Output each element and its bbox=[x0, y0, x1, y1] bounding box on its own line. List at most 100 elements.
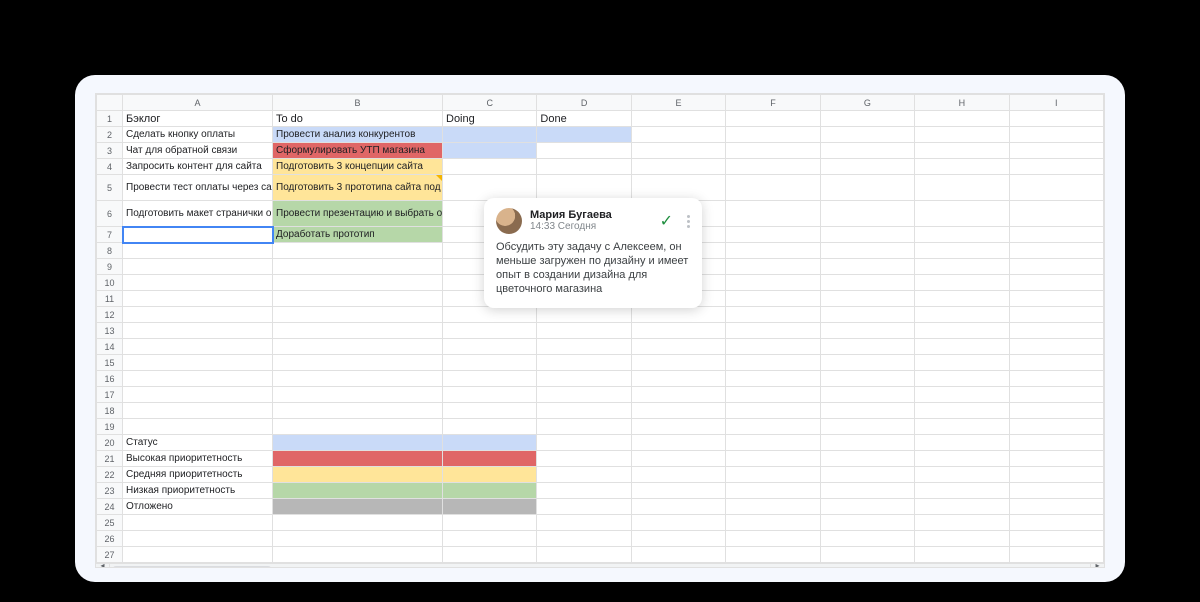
cell-G4[interactable] bbox=[820, 159, 914, 175]
cell-E24[interactable] bbox=[631, 499, 725, 515]
cell-C25[interactable] bbox=[443, 515, 537, 531]
row-header[interactable]: 3 bbox=[97, 143, 123, 159]
cell-B14[interactable] bbox=[273, 339, 443, 355]
cell-B26[interactable] bbox=[273, 531, 443, 547]
cell-B1[interactable]: To do bbox=[273, 111, 443, 127]
cell-D13[interactable] bbox=[537, 323, 631, 339]
cell-E17[interactable] bbox=[631, 387, 725, 403]
cell-E25[interactable] bbox=[631, 515, 725, 531]
cell-B23[interactable] bbox=[273, 483, 443, 499]
row-header[interactable]: 17 bbox=[97, 387, 123, 403]
cell-H3[interactable] bbox=[915, 143, 1009, 159]
cell-B12[interactable] bbox=[273, 307, 443, 323]
cell-I2[interactable] bbox=[1009, 127, 1103, 143]
cell-E4[interactable] bbox=[631, 159, 725, 175]
cell-I21[interactable] bbox=[1009, 451, 1103, 467]
cell-F3[interactable] bbox=[726, 143, 820, 159]
cell-B13[interactable] bbox=[273, 323, 443, 339]
cell-D27[interactable] bbox=[537, 547, 631, 563]
cell-G22[interactable] bbox=[820, 467, 914, 483]
cell-G14[interactable] bbox=[820, 339, 914, 355]
cell-F13[interactable] bbox=[726, 323, 820, 339]
column-header-B[interactable]: B bbox=[273, 95, 443, 111]
cell-A25[interactable] bbox=[123, 515, 273, 531]
cell-E2[interactable] bbox=[631, 127, 725, 143]
cell-B2[interactable]: Провести анализ конкурентов bbox=[273, 127, 443, 143]
cell-I11[interactable] bbox=[1009, 291, 1103, 307]
cell-H19[interactable] bbox=[915, 419, 1009, 435]
cell-B6[interactable]: Провести презентацию и выбрать одну конц… bbox=[273, 201, 443, 227]
cell-B8[interactable] bbox=[273, 243, 443, 259]
cell-G24[interactable] bbox=[820, 499, 914, 515]
cell-I25[interactable] bbox=[1009, 515, 1103, 531]
row-header[interactable]: 12 bbox=[97, 307, 123, 323]
cell-A8[interactable] bbox=[123, 243, 273, 259]
cell-H18[interactable] bbox=[915, 403, 1009, 419]
cell-B7[interactable]: Доработать прототип bbox=[273, 227, 443, 243]
grid[interactable]: ABCDEFGHI 1БэклогTo doDoingDone2Сделать … bbox=[96, 94, 1104, 563]
cell-H27[interactable] bbox=[915, 547, 1009, 563]
cell-C15[interactable] bbox=[443, 355, 537, 371]
cell-C17[interactable] bbox=[443, 387, 537, 403]
cell-A27[interactable] bbox=[123, 547, 273, 563]
cell-H26[interactable] bbox=[915, 531, 1009, 547]
cell-G13[interactable] bbox=[820, 323, 914, 339]
cell-A15[interactable] bbox=[123, 355, 273, 371]
cell-E14[interactable] bbox=[631, 339, 725, 355]
row-header[interactable]: 4 bbox=[97, 159, 123, 175]
cell-E5[interactable] bbox=[631, 175, 725, 201]
cell-C21[interactable] bbox=[443, 451, 537, 467]
column-header-D[interactable]: D bbox=[537, 95, 631, 111]
cell-G11[interactable] bbox=[820, 291, 914, 307]
cell-F19[interactable] bbox=[726, 419, 820, 435]
cell-H15[interactable] bbox=[915, 355, 1009, 371]
cell-D22[interactable] bbox=[537, 467, 631, 483]
cell-E12[interactable] bbox=[631, 307, 725, 323]
cell-A11[interactable] bbox=[123, 291, 273, 307]
cell-E3[interactable] bbox=[631, 143, 725, 159]
cell-C20[interactable] bbox=[443, 435, 537, 451]
cell-H11[interactable] bbox=[915, 291, 1009, 307]
row-header[interactable]: 10 bbox=[97, 275, 123, 291]
cell-I5[interactable] bbox=[1009, 175, 1103, 201]
cell-I22[interactable] bbox=[1009, 467, 1103, 483]
cell-A9[interactable] bbox=[123, 259, 273, 275]
cell-G19[interactable] bbox=[820, 419, 914, 435]
cell-E13[interactable] bbox=[631, 323, 725, 339]
cell-I23[interactable] bbox=[1009, 483, 1103, 499]
cell-A21[interactable]: Высокая приоритетность bbox=[123, 451, 273, 467]
cell-H2[interactable] bbox=[915, 127, 1009, 143]
cell-D14[interactable] bbox=[537, 339, 631, 355]
cell-C22[interactable] bbox=[443, 467, 537, 483]
cell-G23[interactable] bbox=[820, 483, 914, 499]
row-header[interactable]: 25 bbox=[97, 515, 123, 531]
cell-C14[interactable] bbox=[443, 339, 537, 355]
cell-A4[interactable]: Запросить контент для сайта bbox=[123, 159, 273, 175]
row-header[interactable]: 6 bbox=[97, 201, 123, 227]
cell-I27[interactable] bbox=[1009, 547, 1103, 563]
row-header[interactable]: 8 bbox=[97, 243, 123, 259]
cell-H16[interactable] bbox=[915, 371, 1009, 387]
cell-B21[interactable] bbox=[273, 451, 443, 467]
scroll-left-button[interactable]: ◂ bbox=[96, 564, 110, 567]
row-header[interactable]: 14 bbox=[97, 339, 123, 355]
cell-G27[interactable] bbox=[820, 547, 914, 563]
cell-A20[interactable]: Статус bbox=[123, 435, 273, 451]
row-header[interactable]: 22 bbox=[97, 467, 123, 483]
cell-D23[interactable] bbox=[537, 483, 631, 499]
cell-B10[interactable] bbox=[273, 275, 443, 291]
cell-I20[interactable] bbox=[1009, 435, 1103, 451]
cell-A17[interactable] bbox=[123, 387, 273, 403]
column-header-G[interactable]: G bbox=[820, 95, 914, 111]
column-header-C[interactable]: C bbox=[443, 95, 537, 111]
cell-D2[interactable] bbox=[537, 127, 631, 143]
row-header[interactable]: 11 bbox=[97, 291, 123, 307]
cell-B17[interactable] bbox=[273, 387, 443, 403]
cell-I3[interactable] bbox=[1009, 143, 1103, 159]
cell-I15[interactable] bbox=[1009, 355, 1103, 371]
cell-G15[interactable] bbox=[820, 355, 914, 371]
cell-F10[interactable] bbox=[726, 275, 820, 291]
cell-F18[interactable] bbox=[726, 403, 820, 419]
cell-F17[interactable] bbox=[726, 387, 820, 403]
cell-B4[interactable]: Подготовить 3 концепции сайта bbox=[273, 159, 443, 175]
